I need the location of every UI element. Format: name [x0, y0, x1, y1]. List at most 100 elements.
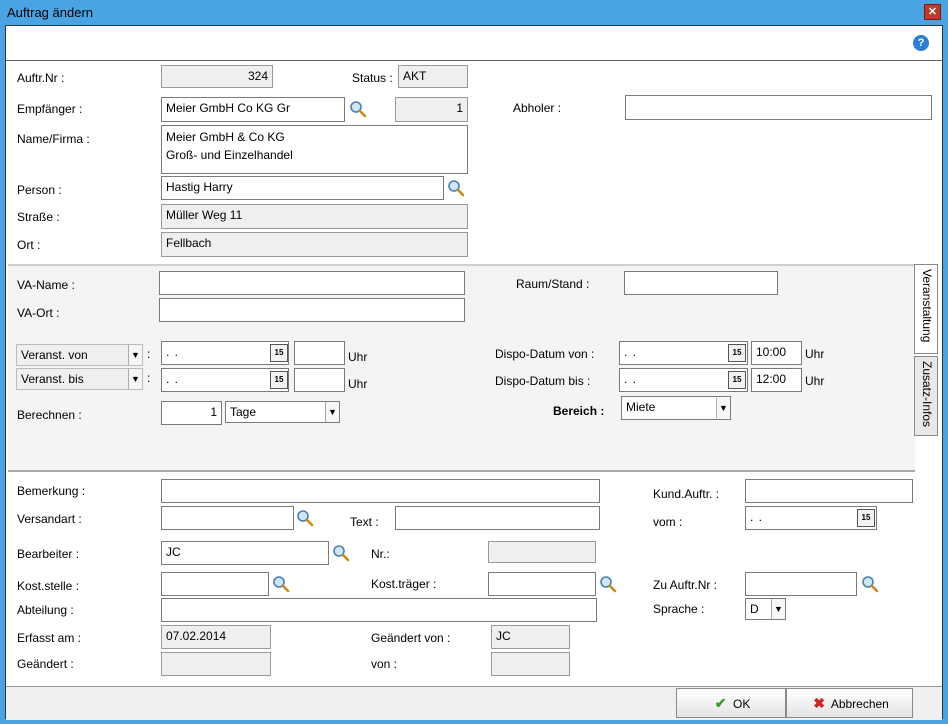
- empfaenger-label: Empfänger :: [17, 102, 83, 116]
- calendar-icon[interactable]: 15: [728, 344, 746, 362]
- tab-veranstaltung[interactable]: Veranstaltung: [914, 264, 938, 354]
- berechnen-unit-value: Tage: [230, 405, 257, 419]
- berechnen-label: Berechnen :: [17, 408, 82, 422]
- va-name-field[interactable]: [159, 271, 465, 295]
- help-icon[interactable]: ?: [913, 35, 929, 51]
- kost-traeger-label: Kost.träger :: [371, 577, 437, 591]
- empfaenger-number-field[interactable]: 1: [395, 97, 468, 122]
- zu-auftr-nr-search-icon[interactable]: [861, 575, 879, 593]
- auftr-nr-label: Auftr.Nr :: [17, 71, 65, 85]
- tab-zusatz-infos[interactable]: Zusatz-Infos: [914, 356, 938, 436]
- calendar-icon[interactable]: 15: [270, 344, 288, 362]
- abteilung-field[interactable]: [161, 598, 597, 622]
- versandart-field[interactable]: [161, 506, 294, 530]
- dispo-von-time-field[interactable]: 10:00: [751, 341, 802, 365]
- kost-traeger-search-icon[interactable]: [599, 575, 617, 593]
- geaendert-field[interactable]: [161, 652, 271, 676]
- kost-traeger-field[interactable]: [488, 572, 596, 596]
- veranst-von-time-field[interactable]: [294, 341, 345, 365]
- bereich-value: Miete: [626, 400, 656, 414]
- name-firma-field[interactable]: Meier GmbH & Co KG Groß- und Einzelhande…: [161, 125, 468, 174]
- va-ort-label: VA-Ort :: [17, 306, 60, 320]
- bereich-select[interactable]: Miete ▼: [621, 396, 731, 420]
- calendar-icon[interactable]: 15: [857, 509, 875, 527]
- kund-auftr-field[interactable]: [745, 479, 913, 503]
- raum-stand-label: Raum/Stand :: [516, 277, 590, 291]
- empfaenger-search-icon[interactable]: [349, 100, 367, 118]
- bearbeiter-field[interactable]: JC: [161, 541, 329, 565]
- chevron-down-icon: ▼: [716, 398, 730, 418]
- nr-label: Nr.:: [371, 547, 390, 561]
- close-button[interactable]: ✕: [924, 4, 941, 20]
- calendar-icon[interactable]: 15: [270, 371, 288, 389]
- uhr-label: Uhr: [348, 350, 368, 364]
- status-field[interactable]: AKT: [398, 65, 468, 88]
- chevron-down-icon: ▼: [325, 402, 339, 422]
- dispo-bis-label: Dispo-Datum bis :: [495, 374, 591, 388]
- berechnen-count-field[interactable]: 1: [161, 401, 222, 425]
- va-name-label: VA-Name :: [17, 278, 75, 292]
- dispo-von-label: Dispo-Datum von :: [495, 347, 595, 361]
- geaendert-label: Geändert :: [17, 657, 74, 671]
- von-label: von :: [371, 657, 398, 671]
- ok-button[interactable]: ✔ OK: [676, 688, 786, 718]
- veranst-von-select[interactable]: Veranst. von ▼: [16, 344, 143, 366]
- zu-auftr-nr-field[interactable]: [745, 572, 857, 596]
- sprache-label: Sprache :: [653, 602, 705, 616]
- geaendert-von-field[interactable]: JC: [491, 625, 570, 649]
- bemerkung-field[interactable]: [161, 479, 600, 503]
- versandart-label: Versandart :: [17, 512, 82, 526]
- abholer-field[interactable]: [625, 95, 932, 120]
- geaendert-von-label: Geändert von :: [371, 631, 451, 645]
- name-firma-label: Name/Firma :: [17, 132, 90, 146]
- kost-stelle-search-icon[interactable]: [272, 575, 290, 593]
- calendar-icon[interactable]: 15: [728, 371, 746, 389]
- ok-button-label: OK: [733, 697, 751, 711]
- sprache-select[interactable]: D ▼: [745, 598, 786, 620]
- zu-auftr-nr-label: Zu Auftr.Nr :: [653, 578, 718, 592]
- abholer-label: Abholer :: [513, 101, 562, 115]
- kost-stelle-field[interactable]: [161, 572, 269, 596]
- bereich-label-text: Bereich :: [553, 404, 605, 418]
- button-bar: ✔ OK ✖ Abbrechen: [6, 686, 942, 720]
- cross-icon: ✖: [813, 695, 825, 711]
- check-icon: ✔: [714, 695, 727, 711]
- nr-field[interactable]: [488, 541, 596, 563]
- text-label: Text :: [350, 515, 379, 529]
- uhr-label: Uhr: [805, 347, 825, 361]
- versandart-search-icon[interactable]: [296, 509, 314, 527]
- uhr-label: Uhr: [805, 374, 825, 388]
- window-title: Auftrag ändern: [7, 5, 94, 20]
- toolbar: ?: [6, 26, 942, 61]
- ort-label: Ort :: [17, 238, 41, 252]
- person-label: Person :: [17, 183, 62, 197]
- va-ort-field[interactable]: [159, 298, 465, 322]
- dialog-window: Auftrag ändern ✕ ? Auftr.Nr : 324 Status…: [0, 0, 948, 724]
- details-section: Bemerkung : Kund.Auftr. : Versandart : T…: [6, 474, 942, 686]
- veranst-bis-time-field[interactable]: [294, 368, 345, 392]
- address-section: Auftr.Nr : 324 Status : AKT Empfänger : …: [6, 62, 942, 262]
- dispo-bis-time-field[interactable]: 12:00: [751, 368, 802, 392]
- person-field[interactable]: Hastig Harry: [161, 176, 444, 200]
- chevron-down-icon: ▼: [128, 369, 142, 389]
- veranst-von-select-label: Veranst. von: [21, 348, 88, 362]
- von-field[interactable]: [491, 652, 570, 676]
- cancel-button[interactable]: ✖ Abbrechen: [786, 688, 913, 718]
- ort-field[interactable]: Fellbach: [161, 232, 468, 257]
- strasse-field[interactable]: Müller Weg 11: [161, 204, 468, 229]
- title-bar[interactable]: Auftrag ändern ✕: [0, 0, 948, 25]
- veranst-bis-select[interactable]: Veranst. bis ▼: [16, 368, 143, 390]
- kund-auftr-label: Kund.Auftr. :: [653, 487, 720, 501]
- text-field[interactable]: [395, 506, 600, 530]
- empfaenger-field[interactable]: Meier GmbH Co KG Gr: [161, 97, 345, 122]
- raum-stand-field[interactable]: [624, 271, 778, 295]
- auftr-nr-field[interactable]: 324: [161, 65, 273, 88]
- erfasst-am-field[interactable]: 07.02.2014: [161, 625, 271, 649]
- dialog-body: ? Auftr.Nr : 324 Status : AKT Empfänger …: [5, 25, 943, 720]
- bemerkung-label: Bemerkung :: [17, 484, 86, 498]
- berechnen-unit-select[interactable]: Tage ▼: [225, 401, 340, 423]
- bearbeiter-search-icon[interactable]: [332, 544, 350, 562]
- uhr-label: Uhr: [348, 377, 368, 391]
- abteilung-label: Abteilung :: [17, 603, 74, 617]
- person-search-icon[interactable]: [447, 179, 465, 197]
